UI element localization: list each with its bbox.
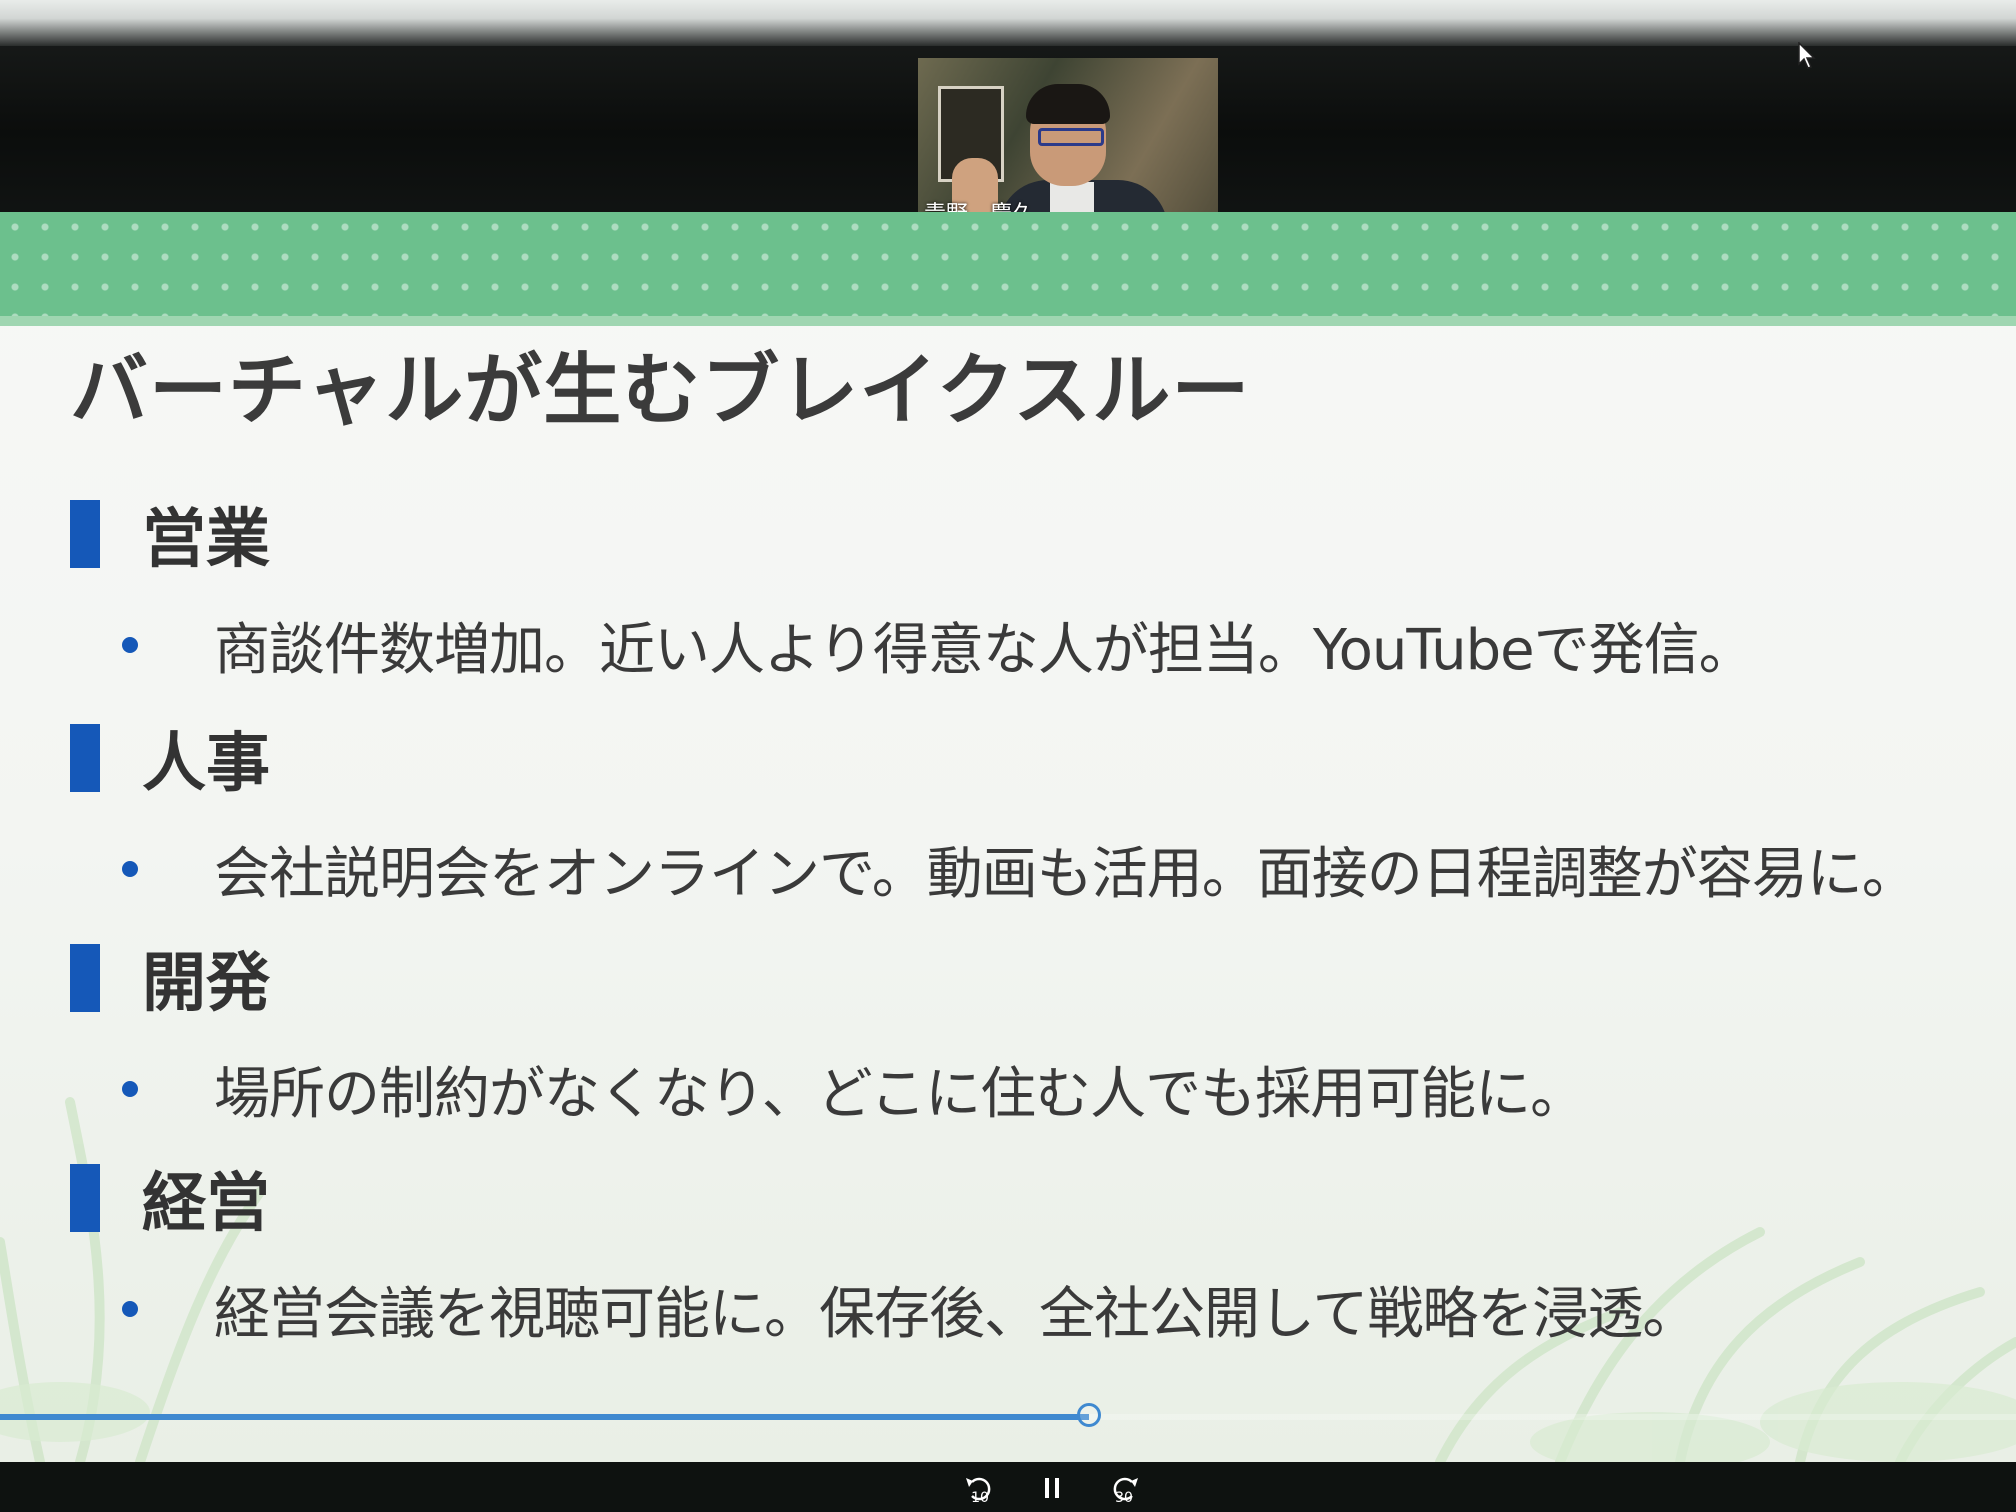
bullet-item: 会社説明会をオンラインで。動画も活用。面接の日程調整が容易に。 <box>70 814 2010 924</box>
cursor-icon <box>1798 42 1816 69</box>
section-marker <box>70 500 100 568</box>
bullet-dot-icon <box>122 637 138 653</box>
section-heading-text: 営業 <box>142 503 270 577</box>
bullet-dot-icon <box>122 1301 138 1317</box>
rewind-button[interactable]: 10 <box>960 1468 1000 1508</box>
slide-banner-strip <box>0 316 2016 326</box>
section-marker <box>70 724 100 792</box>
participant-glasses <box>1038 128 1104 146</box>
section-sales: 営業 商談件数増加。近い人より得意な人が担当。YouTubeで発信。 <box>70 494 2010 700</box>
playback-progress-bar[interactable] <box>0 1403 2016 1427</box>
section-heading: 開発 <box>70 938 2010 1021</box>
section-heading-text: 開発 <box>142 947 270 1021</box>
pause-button[interactable] <box>1032 1468 1072 1508</box>
section-heading: 経営 <box>70 1158 2010 1241</box>
player-controls: 10 30 <box>0 1462 2016 1512</box>
participant-hair <box>1026 84 1110 124</box>
slide-banner <box>0 212 2016 316</box>
forward-label: 30 <box>1115 1490 1133 1506</box>
progress-fill <box>0 1414 1089 1420</box>
section-heading-text: 経営 <box>142 1167 270 1241</box>
bullet-text: 場所の制約がなくなり、どこに住む人でも採用可能に。 <box>214 1061 1586 1127</box>
monitor-edge <box>0 0 2016 46</box>
bullet-text: 商談件数増加。近い人より得意な人が担当。YouTubeで発信。 <box>214 617 1755 683</box>
bullet-item: 経営会議を視聴可能に。保存後、全社公開して戦略を浸透。 <box>70 1254 2010 1364</box>
participant-video-tile[interactable]: 青野 慶久 <box>918 58 1218 236</box>
bullet-text: 経営会議を視聴可能に。保存後、全社公開して戦略を浸透。 <box>214 1281 1698 1347</box>
section-heading-text: 人事 <box>142 727 270 801</box>
pause-icon <box>1045 1478 1059 1498</box>
bullet-dot-icon <box>122 1081 138 1097</box>
section-hr: 人事 会社説明会をオンラインで。動画も活用。面接の日程調整が容易に。 <box>70 718 2010 924</box>
section-development: 開発 場所の制約がなくなり、どこに住む人でも採用可能に。 <box>70 938 2010 1144</box>
slide-title: バーチャルが生むブレイクスルー <box>70 346 1251 436</box>
bullet-item: 場所の制約がなくなり、どこに住む人でも採用可能に。 <box>70 1034 2010 1144</box>
bullet-item: 商談件数増加。近い人より得意な人が担当。YouTubeで発信。 <box>70 590 2010 700</box>
presentation-slide: バーチャルが生むブレイクスルー 営業 商談件数増加。近い人より得意な人が担当。Y… <box>0 212 2016 1462</box>
rewind-label: 10 <box>971 1490 989 1506</box>
bullet-text: 会社説明会をオンラインで。動画も活用。面接の日程調整が容易に。 <box>214 841 1918 907</box>
progress-thumb[interactable] <box>1076 1403 1101 1427</box>
section-heading: 人事 <box>70 718 2010 801</box>
section-heading: 営業 <box>70 494 2010 577</box>
section-marker <box>70 944 100 1012</box>
bullet-dot-icon <box>122 861 138 877</box>
section-marker <box>70 1164 100 1232</box>
forward-button[interactable]: 30 <box>1104 1468 1144 1508</box>
section-management: 経営 経営会議を視聴可能に。保存後、全社公開して戦略を浸透。 <box>70 1158 2010 1364</box>
